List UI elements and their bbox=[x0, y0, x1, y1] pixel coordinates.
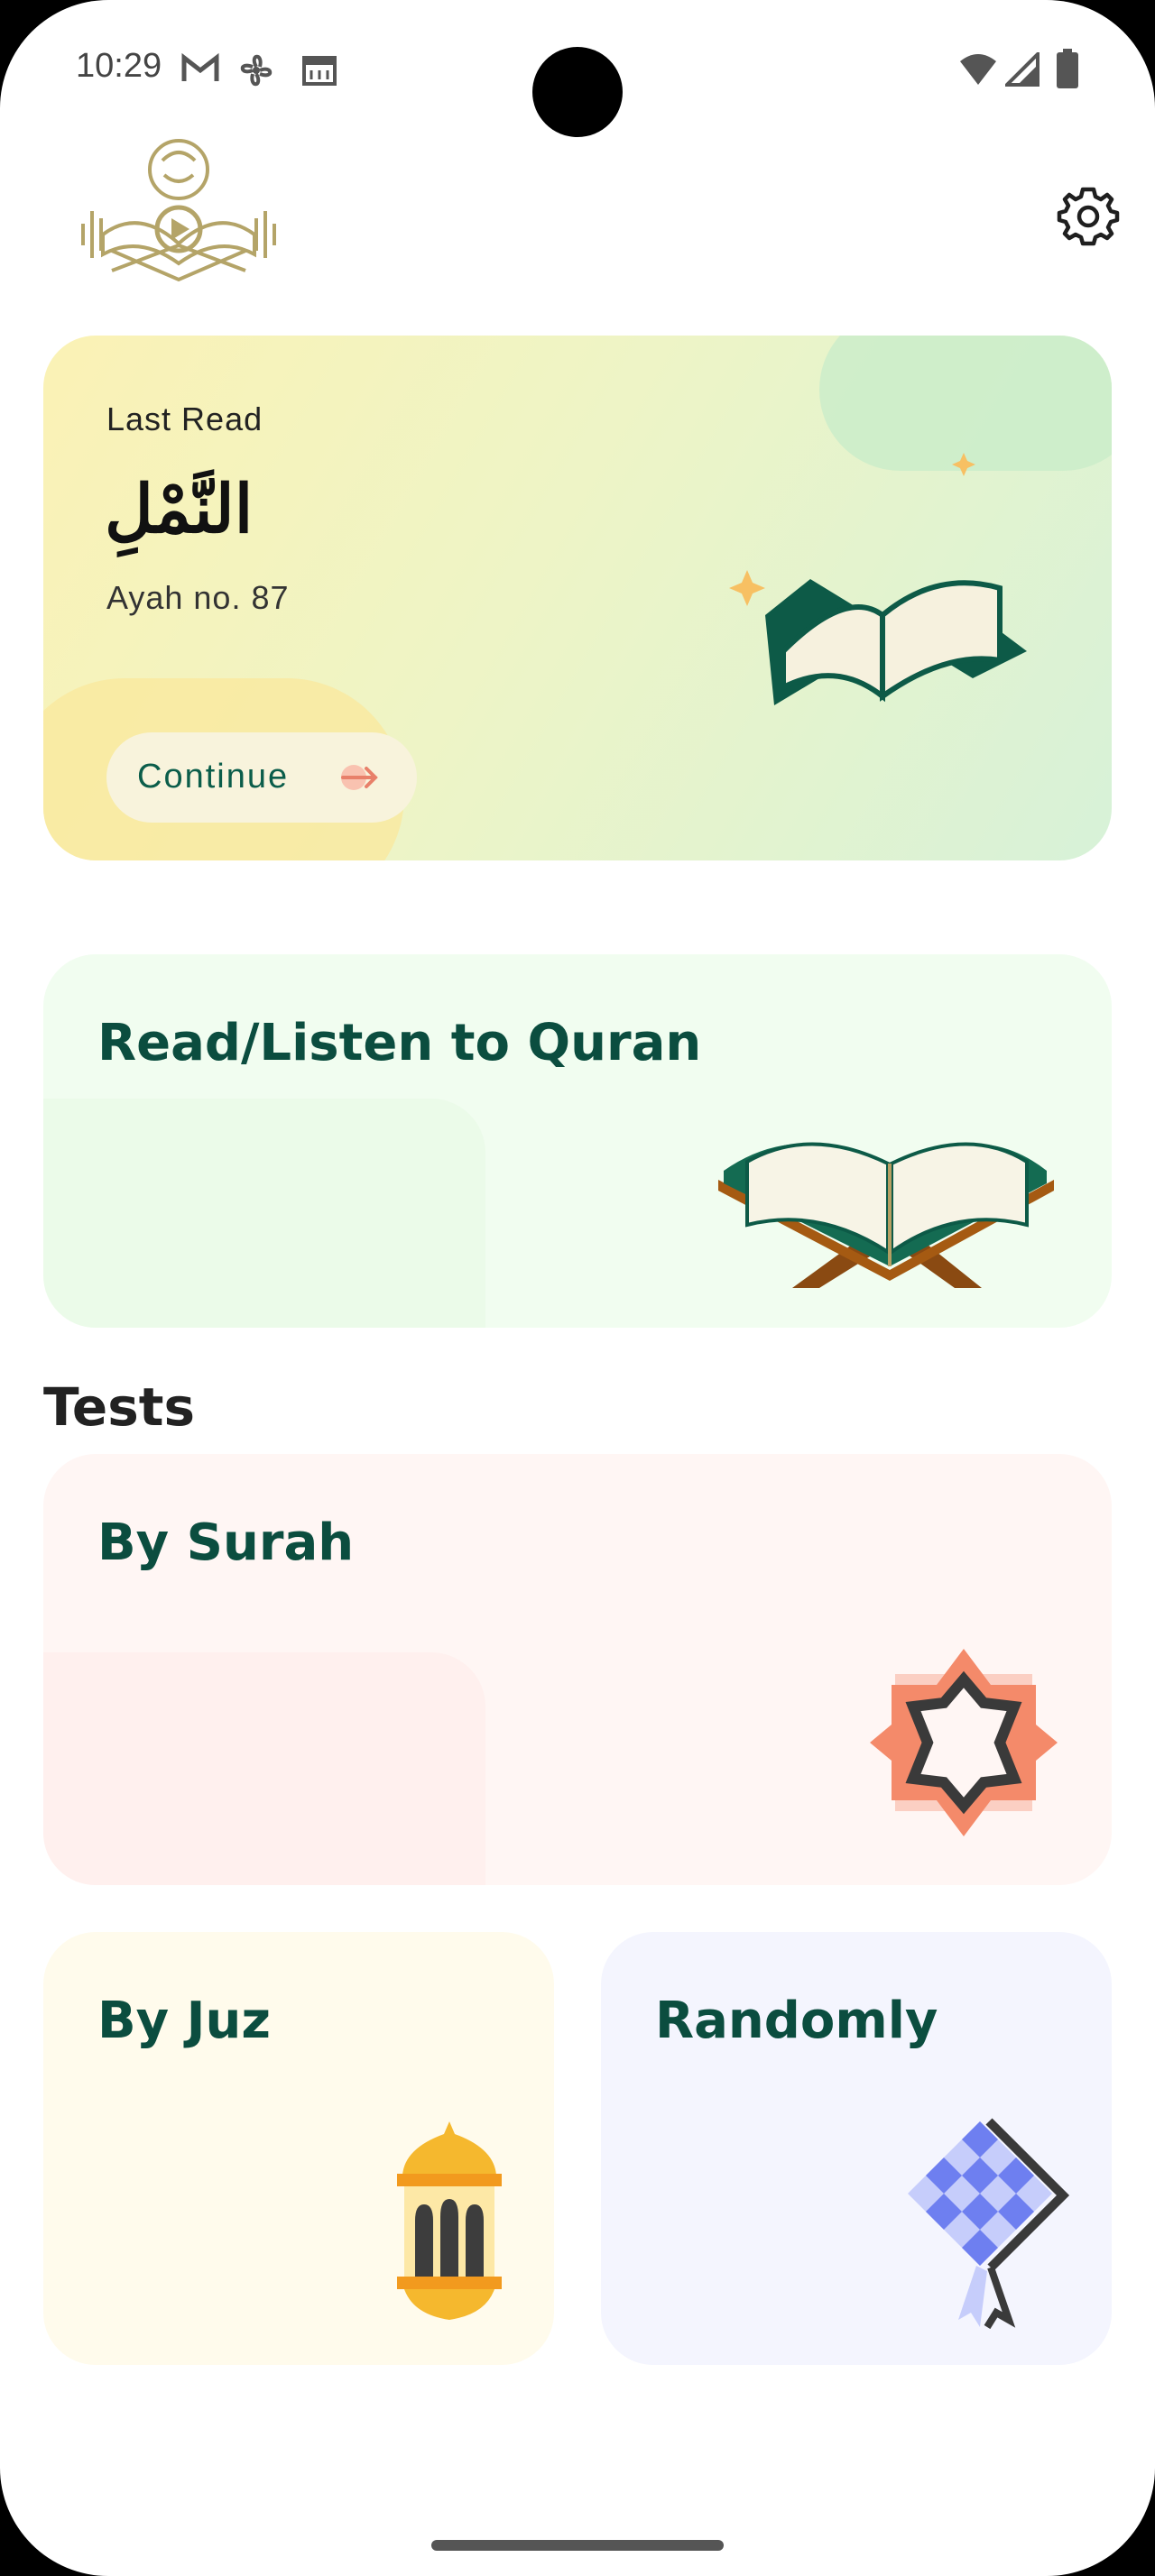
read-listen-card[interactable]: Read/Listen to Quran bbox=[43, 954, 1112, 1328]
front-camera-cutout bbox=[532, 47, 623, 137]
quran-book-icon bbox=[718, 1142, 1054, 1288]
arrow-right-icon bbox=[341, 765, 378, 790]
calendar-icon bbox=[302, 56, 337, 86]
lantern-icon bbox=[397, 2121, 502, 2320]
by-surah-title: By Surah bbox=[97, 1513, 355, 1572]
decor-blob bbox=[43, 1652, 485, 1885]
app-screen: 10:29 Last Read النَّمْلِ Ayah no. 87 Co… bbox=[0, 0, 1155, 2576]
status-time: 10:29 bbox=[76, 47, 162, 85]
continue-button[interactable]: Continue bbox=[106, 732, 417, 823]
continue-label: Continue bbox=[137, 758, 290, 796]
by-juz-title: By Juz bbox=[97, 1992, 271, 2050]
by-juz-card[interactable]: By Juz bbox=[43, 1932, 554, 2365]
battery-icon bbox=[1057, 49, 1078, 88]
gear-icon[interactable] bbox=[1056, 184, 1121, 249]
tests-heading: Tests bbox=[43, 1376, 195, 1438]
randomly-card[interactable]: Randomly bbox=[601, 1932, 1112, 2365]
quran-audio-logo bbox=[81, 139, 276, 282]
last-read-card[interactable]: Last Read النَّمْلِ Ayah no. 87 Continue bbox=[43, 336, 1112, 860]
gmail-icon bbox=[181, 52, 219, 81]
last-read-label: Last Read bbox=[106, 400, 263, 437]
by-surah-card[interactable]: By Surah bbox=[43, 1454, 1112, 1885]
islamic-star-icon bbox=[870, 1649, 1058, 1836]
open-quran-stand-icon bbox=[729, 453, 1027, 705]
read-listen-title: Read/Listen to Quran bbox=[97, 1014, 702, 1072]
decor-blob bbox=[43, 1099, 485, 1328]
fan-icon bbox=[240, 54, 273, 87]
wifi-icon bbox=[960, 54, 996, 85]
ayah-number: Ayah no. 87 bbox=[106, 579, 290, 616]
surah-name-arabic: النَّمْلِ bbox=[105, 471, 254, 548]
signal-icon bbox=[1005, 52, 1040, 87]
ketupat-icon bbox=[908, 2118, 1070, 2329]
randomly-title: Randomly bbox=[655, 1992, 938, 2050]
decor-blob bbox=[819, 336, 1112, 471]
home-indicator[interactable] bbox=[431, 2540, 724, 2551]
